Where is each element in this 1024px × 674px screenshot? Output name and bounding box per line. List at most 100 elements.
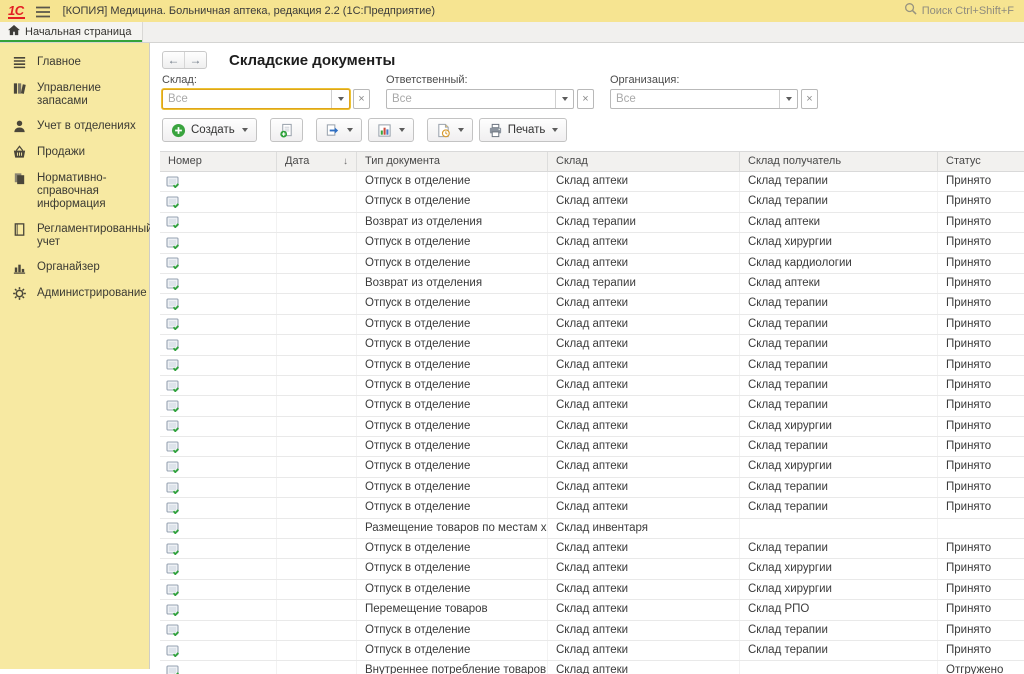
dropdown-button[interactable] (331, 90, 349, 108)
cell-receiver (739, 519, 937, 538)
table-row[interactable]: Отпуск в отделениеСклад аптекиСклад тера… (160, 376, 1024, 396)
filter-combo: × (386, 89, 594, 109)
sidebar-item-2[interactable]: Управление запасами (0, 76, 149, 114)
cell-doctype: Отпуск в отделение (356, 356, 547, 375)
table-row[interactable]: Размещение товаров по местам храненияСкл… (160, 519, 1024, 539)
forward-button[interactable]: → (185, 52, 206, 68)
filter-value-input[interactable] (163, 90, 331, 108)
import-button[interactable] (316, 118, 362, 142)
document-posted-icon (166, 339, 180, 351)
table-row[interactable]: Отпуск в отделениеСклад аптекиСклад кард… (160, 254, 1024, 274)
cell-warehouse: Склад аптеки (547, 254, 739, 273)
column-header-status[interactable]: Статус (937, 152, 1024, 171)
cell-receiver: Склад терапии (739, 621, 937, 640)
table-row[interactable]: Отпуск в отделениеСклад аптекиСклад тера… (160, 315, 1024, 335)
report-button[interactable] (368, 118, 414, 142)
cell-warehouse: Склад аптеки (547, 417, 739, 436)
chevron-down-icon (562, 97, 568, 101)
document-posted-icon (166, 257, 180, 269)
table-row[interactable]: Отпуск в отделениеСклад аптекиСклад тера… (160, 294, 1024, 314)
table-row[interactable]: Внутреннее потребление товаровСклад апте… (160, 661, 1024, 674)
document-posted-icon (166, 604, 180, 616)
clear-filter-button[interactable]: × (577, 89, 594, 109)
filter-combo: × (162, 89, 370, 109)
cell-status: Принято (937, 274, 1024, 293)
table-row[interactable]: Отпуск в отделениеСклад аптекиСклад тера… (160, 192, 1024, 212)
cell-date (276, 437, 356, 456)
clear-filter-button[interactable]: × (353, 89, 370, 109)
table-row[interactable]: Отпуск в отделениеСклад аптекиСклад тера… (160, 396, 1024, 416)
table-row[interactable]: Отпуск в отделениеСклад аптекиСклад тера… (160, 437, 1024, 457)
table-row[interactable]: Возврат из отделенияСклад терапииСклад а… (160, 213, 1024, 233)
cell-doctype: Отпуск в отделение (356, 396, 547, 415)
tab-home-page[interactable]: Начальная страница (0, 22, 143, 42)
table-row[interactable]: Отпуск в отделениеСклад аптекиСклад хиру… (160, 580, 1024, 600)
table-row[interactable]: Отпуск в отделениеСклад аптекиСклад хиру… (160, 457, 1024, 477)
dropdown-button[interactable] (555, 90, 573, 108)
back-button[interactable]: ← (163, 52, 185, 68)
table-row[interactable]: Возврат из отделенияСклад терапииСклад а… (160, 274, 1024, 294)
table-row[interactable]: Отпуск в отделениеСклад аптекиСклад тера… (160, 641, 1024, 661)
cell-doctype: Отпуск в отделение (356, 254, 547, 273)
cell-date (276, 539, 356, 558)
cell-warehouse: Склад аптеки (547, 539, 739, 558)
column-header-doctype[interactable]: Тип документа (356, 152, 547, 171)
print-button-label: Печать (508, 124, 546, 136)
sidebar-item-8[interactable]: Администрирование (0, 281, 149, 307)
person-icon (12, 119, 27, 134)
sidebar-item-3[interactable]: Учет в отделениях (0, 114, 149, 140)
cell-warehouse: Склад аптеки (547, 621, 739, 640)
sidebar-item-7[interactable]: Органайзер (0, 255, 149, 281)
column-header-date[interactable]: Дата↓ (276, 152, 356, 171)
table-row[interactable]: Отпуск в отделениеСклад аптекиСклад хиру… (160, 417, 1024, 437)
dropdown-button[interactable] (779, 90, 797, 108)
table-row[interactable]: Отпуск в отделениеСклад аптекиСклад хиру… (160, 559, 1024, 579)
column-header-warehouse[interactable]: Склад (547, 152, 739, 171)
cell-doctype: Отпуск в отделение (356, 172, 547, 191)
chevron-down-icon (786, 97, 792, 101)
global-search[interactable]: Поиск Ctrl+Shift+F (904, 2, 1014, 20)
table-row[interactable]: Отпуск в отделениеСклад аптекиСклад тера… (160, 335, 1024, 355)
table-row[interactable]: Отпуск в отделениеСклад аптекиСклад тера… (160, 172, 1024, 192)
filter-value-input[interactable] (611, 90, 779, 108)
table-row[interactable]: Отпуск в отделениеСклад аптекиСклад тера… (160, 539, 1024, 559)
document-posted-icon (166, 176, 180, 188)
print-button[interactable]: Печать (479, 118, 568, 142)
document-posted-icon (166, 584, 180, 596)
history-button[interactable] (427, 118, 473, 142)
table-row[interactable]: Отпуск в отделениеСклад аптекиСклад тера… (160, 498, 1024, 518)
cell-doctype: Отпуск в отделение (356, 233, 547, 252)
cell-receiver: Склад терапии (739, 192, 937, 211)
column-header-receiver[interactable]: Склад получатель (739, 152, 937, 171)
sort-descending-icon: ↓ (343, 152, 348, 171)
sidebar-item-label: Главное (37, 56, 81, 69)
filter-value-input[interactable] (387, 90, 555, 108)
sidebar-item-6[interactable]: Регламентированный учет (0, 217, 149, 255)
cell-date (276, 335, 356, 354)
clear-filter-button[interactable]: × (801, 89, 818, 109)
cell-doctype: Отпуск в отделение (356, 641, 547, 660)
cell-doctype: Отпуск в отделение (356, 457, 547, 476)
cell-status: Принято (937, 539, 1024, 558)
cell-warehouse: Склад терапии (547, 213, 739, 232)
document-posted-icon (166, 216, 180, 228)
create-button[interactable]: Создать (162, 118, 257, 142)
cell-receiver: Склад терапии (739, 335, 937, 354)
cell-receiver: Склад терапии (739, 172, 937, 191)
cell-number (160, 396, 276, 415)
column-header-number[interactable]: Номер (160, 152, 276, 171)
copy-button[interactable] (270, 118, 303, 142)
table-row[interactable]: Отпуск в отделениеСклад аптекиСклад тера… (160, 478, 1024, 498)
cell-receiver: Склад терапии (739, 294, 937, 313)
main-menu-icon[interactable] (35, 5, 51, 17)
table-row[interactable]: Отпуск в отделениеСклад аптекиСклад тера… (160, 621, 1024, 641)
table-row[interactable]: Перемещение товаровСклад аптекиСклад РПО… (160, 600, 1024, 620)
sidebar-item-5[interactable]: Нормативно-справочная информация (0, 166, 149, 217)
sidebar-item-1[interactable]: Главное (0, 50, 149, 76)
table-row[interactable]: Отпуск в отделениеСклад аптекиСклад тера… (160, 356, 1024, 376)
sidebar-item-4[interactable]: Продажи (0, 140, 149, 166)
table-row[interactable]: Отпуск в отделениеСклад аптекиСклад хиру… (160, 233, 1024, 253)
cell-number (160, 457, 276, 476)
cell-doctype: Возврат из отделения (356, 274, 547, 293)
cell-warehouse: Склад аптеки (547, 661, 739, 674)
